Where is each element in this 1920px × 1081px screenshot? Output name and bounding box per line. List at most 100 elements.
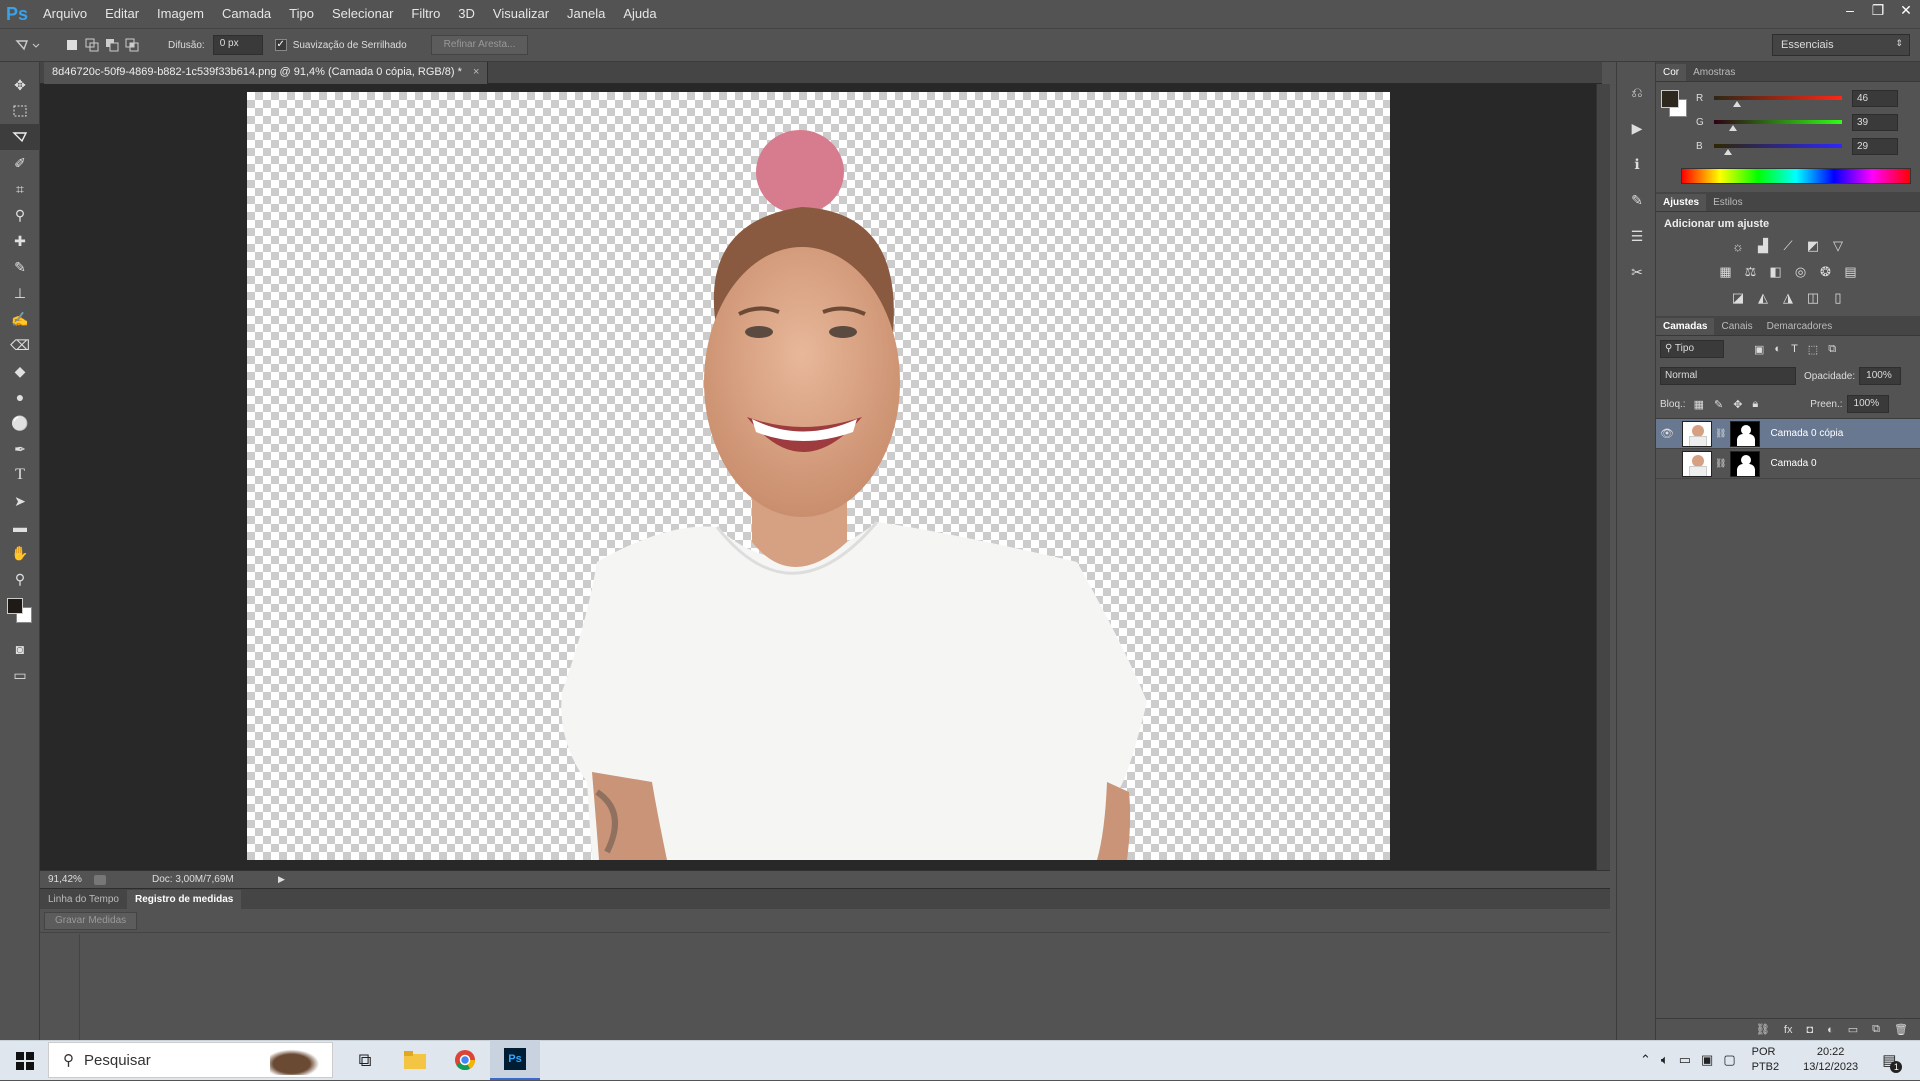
tray-chevron-icon[interactable]: ⌃ <box>1640 1052 1651 1068</box>
selective-color-icon[interactable]: ◫ <box>1803 288 1823 308</box>
taskbar-search-box[interactable]: ⚲ Pesquisar <box>48 1042 333 1078</box>
properties-icon[interactable]: ☰ <box>1617 218 1657 254</box>
channel-slider-handle[interactable] <box>1733 101 1742 107</box>
filter-smart-object-icon[interactable]: ⧉ <box>1828 343 1836 356</box>
layer-style-icon[interactable]: fx <box>1784 1024 1793 1036</box>
menu-ajuda[interactable]: Ajuda <box>614 0 665 28</box>
pen-tool-icon[interactable]: ✒ <box>0 436 40 462</box>
language-indicator[interactable]: POR PTB2 <box>1752 1045 1780 1075</box>
tab-paths[interactable]: Demarcadores <box>1760 318 1840 335</box>
layer-row[interactable]: ⛓ Camada 0 <box>1656 449 1920 479</box>
new-selection-icon[interactable] <box>62 35 82 55</box>
levels-icon[interactable]: ▟ <box>1753 236 1773 256</box>
menu-imagem[interactable]: Imagem <box>148 0 213 28</box>
fill-input[interactable]: 100% <box>1846 395 1889 413</box>
channel-slider-handle[interactable] <box>1724 149 1733 155</box>
vibrance-icon[interactable]: ▦ <box>1716 262 1736 282</box>
balance-icon[interactable]: ⚖ <box>1741 262 1761 282</box>
new-group-icon[interactable]: ▭ <box>1848 1023 1858 1036</box>
menu-3d[interactable]: 3D <box>449 0 484 28</box>
status-info-icon[interactable] <box>94 874 106 885</box>
posterize-icon[interactable]: ◭ <box>1753 288 1773 308</box>
channel-track[interactable] <box>1714 120 1842 131</box>
dodge-tool-icon[interactable]: ⚪ <box>0 410 40 436</box>
opacity-input[interactable]: 100% <box>1859 367 1902 385</box>
triangle-icon[interactable]: ▽ <box>1828 236 1848 256</box>
tab-styles[interactable]: Estilos <box>1706 194 1749 211</box>
battery-icon[interactable]: ▭ <box>1679 1052 1691 1068</box>
path-selection-tool-icon[interactable]: ➤ <box>0 488 40 514</box>
lookup-icon[interactable]: ▤ <box>1841 262 1861 282</box>
zoom-tool-icon[interactable]: ⚲ <box>0 566 40 592</box>
eye-visibility-icon[interactable]: 👁︎ <box>1656 427 1678 440</box>
tab-measurement-log[interactable]: Registro de medidas <box>126 890 242 909</box>
photo-filter-icon[interactable]: ◎ <box>1791 262 1811 282</box>
new-adjustment-layer-icon[interactable]: ◐ <box>1827 1024 1834 1036</box>
network-icon[interactable]: ▣ <box>1701 1052 1713 1068</box>
tab-swatches[interactable]: Amostras <box>1686 64 1742 81</box>
layer-name[interactable]: Camada 0 cópia <box>1770 428 1843 439</box>
zoom-level[interactable]: 91,42% <box>40 874 84 885</box>
healing-brush-tool-icon[interactable]: ✚ <box>0 228 40 254</box>
chain-link-icon[interactable]: ⛓ <box>1715 428 1726 439</box>
eyedropper-tool-icon[interactable]: ⚲ <box>0 202 40 228</box>
brush-presets-icon[interactable]: ✎ <box>1617 182 1657 218</box>
volume-icon[interactable]: 🔈︎ <box>1661 1052 1669 1068</box>
delete-layer-icon[interactable]: 🗑︎ <box>1894 1023 1908 1036</box>
tab-adjustments[interactable]: Ajustes <box>1656 194 1707 211</box>
tab-color[interactable]: Cor <box>1656 64 1687 81</box>
channel-mixer-icon[interactable]: ❂ <box>1816 262 1836 282</box>
photoshop-taskbar-icon[interactable]: Ps <box>490 1040 540 1080</box>
new-layer-icon[interactable]: ⧉ <box>1872 1023 1880 1036</box>
layer-filter-select[interactable]: ⚲ Tipo <box>1660 340 1724 358</box>
add-to-selection-icon[interactable] <box>82 35 102 55</box>
quick-mask-icon[interactable]: ◙ <box>0 636 40 662</box>
feather-input[interactable]: 0 px <box>212 35 263 55</box>
channel-value-input[interactable]: 29 <box>1852 137 1898 155</box>
filter-adjustment-icon[interactable]: ◐ <box>1774 343 1781 356</box>
menu-selecionar[interactable]: Selecionar <box>323 0 402 28</box>
menu-arquivo[interactable]: Arquivo <box>34 0 96 28</box>
color-spectrum-bar[interactable] <box>1681 168 1911 184</box>
close-tab-icon[interactable]: × <box>473 66 479 78</box>
blend-mode-select[interactable]: Normal <box>1660 367 1796 385</box>
clone-stamp-tool-icon[interactable]: ⊥ <box>0 280 40 306</box>
rectangle-tool-icon[interactable]: ▬ <box>0 514 40 540</box>
subtract-from-selection-icon[interactable] <box>102 35 122 55</box>
layer-mask-thumbnail[interactable] <box>1730 450 1761 477</box>
magnetic-lasso-preset-icon[interactable] <box>10 35 44 55</box>
threshold-icon[interactable]: ◮ <box>1778 288 1798 308</box>
close-window-button[interactable]: ✕ <box>1892 0 1920 20</box>
menu-filtro[interactable]: Filtro <box>402 0 449 28</box>
menu-visualizar[interactable]: Visualizar <box>484 0 558 28</box>
notifications-icon[interactable]: ▤ 1 <box>1882 1051 1903 1073</box>
tab-timeline[interactable]: Linha do Tempo <box>40 890 127 909</box>
lock-position-icon[interactable]: ✥ <box>1733 398 1742 411</box>
marquee-tool-icon[interactable] <box>0 98 40 124</box>
move-tool-icon[interactable]: ✥ <box>0 72 40 98</box>
document-tab[interactable]: 8d46720c-50f9-4869-b882-1c539f33b614.png… <box>44 62 489 84</box>
quick-selection-tool-icon[interactable]: ✐ <box>0 150 40 176</box>
info-panel-icon[interactable]: ℹ <box>1617 146 1657 182</box>
history-brush-tool-icon[interactable]: ✍ <box>0 306 40 332</box>
layer-mask-thumbnail[interactable] <box>1730 420 1761 447</box>
tool-presets-icon[interactable]: ✂ <box>1617 254 1657 290</box>
status-menu-arrow-icon[interactable]: ▶ <box>278 874 285 885</box>
channel-value-input[interactable]: 46 <box>1852 89 1898 107</box>
windows-start-icon[interactable] <box>0 1041 50 1081</box>
gradient-map-icon[interactable]: ▯ <box>1828 288 1848 308</box>
link-layers-icon[interactable]: ⛓ <box>1756 1023 1770 1036</box>
curves-icon[interactable]: ⟋ <box>1778 236 1798 256</box>
panel-foreground-swatch[interactable] <box>1661 90 1679 108</box>
brush-tool-icon[interactable]: ✎ <box>0 254 40 280</box>
restore-button[interactable]: ❐ <box>1864 0 1892 20</box>
layer-row[interactable]: 👁︎ ⛓ Camada 0 cópia <box>1656 419 1920 449</box>
layer-name[interactable]: Camada 0 <box>1770 458 1816 469</box>
filter-type-icon[interactable]: T <box>1791 343 1798 356</box>
history-icon[interactable]: ⎌ <box>1617 74 1657 110</box>
record-measurements-button[interactable]: Gravar Medidas <box>44 911 138 930</box>
menu-camada[interactable]: Camada <box>213 0 280 28</box>
display-icon[interactable]: ▢ <box>1723 1052 1735 1068</box>
color-swatches[interactable] <box>0 592 39 636</box>
invert-icon[interactable]: ◪ <box>1728 288 1748 308</box>
